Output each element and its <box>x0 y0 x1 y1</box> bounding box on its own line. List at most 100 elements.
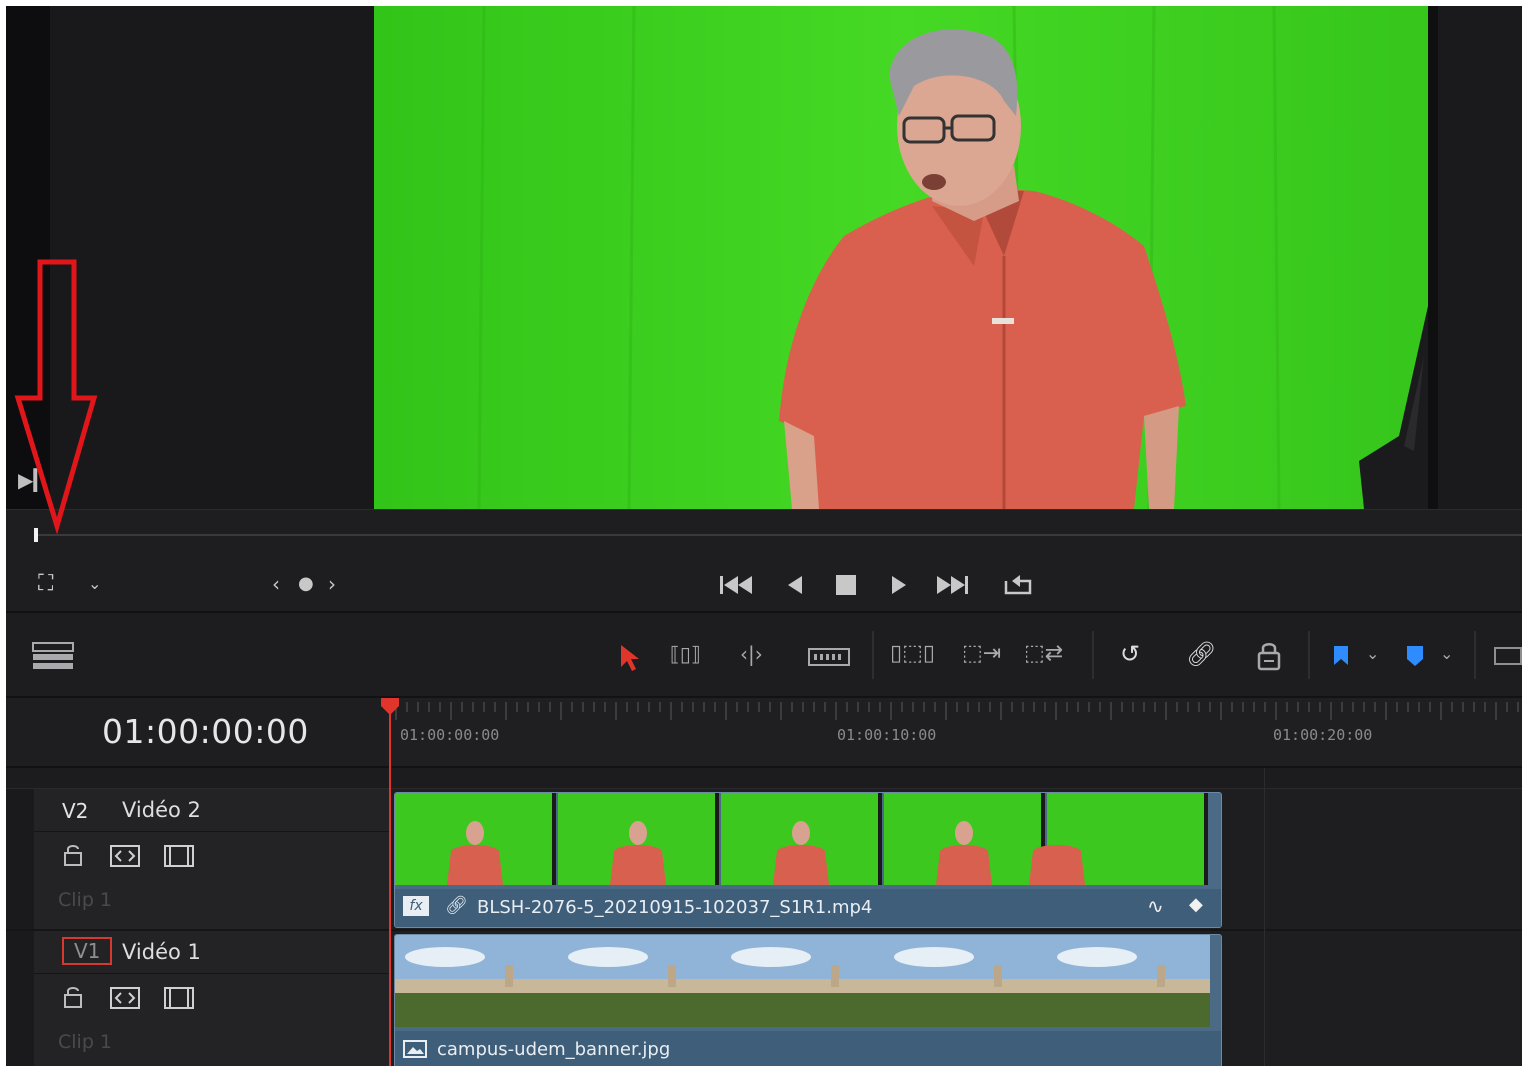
viewer-scrubber[interactable] <box>6 509 1522 560</box>
banner-buildings <box>1047 979 1210 995</box>
edit-toolbar: ⟦▯⟧ ‹|› ▯⬚▯ ⬚⇥ ⬚⇄ ↺ 🔗︎ ⌄ ⌄ <box>6 613 1522 698</box>
presenter-head <box>955 821 973 845</box>
clip-name: BLSH-2076-5_20210915-102037_S1R1.mp4 <box>477 897 873 918</box>
track-clip-count: Clip 1 <box>58 889 113 911</box>
timecode-display[interactable]: 01:00:00:00 <box>102 712 309 751</box>
banner-cloud <box>894 947 974 967</box>
banner-tower <box>505 965 513 987</box>
banner-cloud <box>1057 947 1137 967</box>
ruler-label: 01:00:10:00 <box>837 726 937 744</box>
linked-selection-icon[interactable]: 🔗︎ <box>1186 639 1216 669</box>
viewer-overlay-icon[interactable]: ⛶ <box>38 569 53 599</box>
next-keyframe-icon[interactable]: › <box>328 569 336 599</box>
thumbnail-divider <box>878 793 882 885</box>
banner-cloud <box>731 947 811 967</box>
banner-trees <box>395 993 558 1027</box>
video-frame <box>374 6 1428 509</box>
timeline-view-options-icon[interactable] <box>32 641 76 671</box>
track-clip-count: Clip 1 <box>58 1031 113 1053</box>
track-lane-v2: fx 🔗︎ BLSH-2076-5_20210915-102037_S1R1.m… <box>390 789 1522 931</box>
app-window: ▶▎ ⛶ ⌄ ‹ ● › ⟦▯⟧ ‹|› ▯⬚▯ ⬚⇥ ⬚⇄ ↺ 🔗︎ ⌄ ⌄ … <box>6 6 1522 1066</box>
thumbnail-divider <box>1204 793 1208 885</box>
image-clip-v1[interactable]: campus-udem_banner.jpg <box>394 934 1222 1066</box>
skip-to-start-icon[interactable] <box>718 573 754 597</box>
lock-track-icon[interactable] <box>62 843 84 867</box>
transport-bar: ⛶ ⌄ ‹ ● › <box>6 559 1522 613</box>
banner-trees <box>721 993 884 1027</box>
track-name-row: V2 Vidéo 2 <box>34 789 390 832</box>
toolbar-separator <box>1474 631 1476 679</box>
presenter-figure <box>610 845 666 885</box>
snapping-icon[interactable]: ↺ <box>1120 639 1140 669</box>
play-icon[interactable] <box>888 573 910 597</box>
curve-icon[interactable]: ∿ <box>1147 894 1164 918</box>
step-back-icon[interactable] <box>784 573 806 597</box>
position-lock-icon[interactable] <box>1256 641 1282 671</box>
loop-icon[interactable] <box>998 569 1036 599</box>
chevron-down-icon[interactable]: ⌄ <box>88 569 101 599</box>
clip-thumbnails <box>395 793 1208 885</box>
banner-buildings <box>884 979 1047 995</box>
auto-select-icon[interactable] <box>110 845 140 867</box>
timeline-playhead-handle[interactable] <box>379 696 401 716</box>
viewer: ▶▎ <box>6 6 1522 509</box>
toolbar-separator <box>1092 631 1094 679</box>
replace-clip-icon[interactable]: ⬚⇄ <box>1024 639 1063 669</box>
track-name[interactable]: Vidéo 1 <box>122 940 201 964</box>
disable-track-icon[interactable] <box>164 987 194 1009</box>
previous-keyframe-icon[interactable]: ‹ <box>272 569 280 599</box>
timeline-ruler[interactable]: 01:00:00:00 01:00:10:00 01:00:20:00 <box>390 698 1522 768</box>
image-file-icon <box>403 1040 427 1058</box>
presenter-figure <box>773 845 829 885</box>
lock-track-icon[interactable] <box>62 985 84 1009</box>
presenter-figure <box>936 845 992 885</box>
banner-tower <box>831 965 839 987</box>
timeline-playhead-line[interactable] <box>389 706 391 1066</box>
banner-cloud <box>568 947 648 967</box>
presenter-head <box>792 821 810 845</box>
track-header-v1: V1 Vidéo 1 Clip 1 <box>6 931 390 1066</box>
keyframe-dot-icon[interactable]: ● <box>298 569 314 599</box>
timeline-zoom-icon[interactable] <box>1494 647 1522 665</box>
annotation-arrow-icon <box>14 259 98 534</box>
banner-trees <box>1047 993 1210 1027</box>
track-id[interactable]: V1 <box>62 937 113 965</box>
clip-title-bar: campus-udem_banner.jpg <box>395 1031 1221 1066</box>
blade-tool-icon[interactable] <box>808 645 850 669</box>
track-lane-v1: campus-udem_banner.jpg <box>390 931 1522 1066</box>
ruler-ticks <box>395 702 1519 720</box>
thumbnail-divider <box>715 793 719 885</box>
banner-tower <box>668 965 676 987</box>
viewer-right-edge <box>1438 6 1522 509</box>
presenter-image <box>374 6 1428 509</box>
chevron-down-icon[interactable]: ⌄ <box>1440 639 1453 669</box>
insert-clip-icon[interactable]: ▯⬚▯ <box>890 639 935 669</box>
trim-edit-tool-icon[interactable]: ⟦▯⟧ <box>670 639 701 669</box>
keyframe-diamond-icon[interactable]: ◆ <box>1189 894 1203 915</box>
track-name-row: V1 Vidéo 1 <box>34 931 390 974</box>
auto-select-icon[interactable] <box>110 987 140 1009</box>
selection-tool-icon[interactable] <box>618 643 640 673</box>
track-name[interactable]: Vidéo 2 <box>122 798 201 822</box>
dynamic-trim-tool-icon[interactable]: ‹|› <box>740 639 763 669</box>
track-strip <box>6 931 34 1066</box>
presenter-figure <box>1029 845 1085 885</box>
presenter-figure <box>447 845 503 885</box>
stop-icon[interactable] <box>834 573 858 597</box>
chevron-down-icon[interactable]: ⌄ <box>1366 639 1379 669</box>
banner-buildings <box>558 979 721 995</box>
disable-track-icon[interactable] <box>164 845 194 867</box>
fx-badge[interactable]: fx <box>403 896 429 916</box>
timecode-panel: 01:00:00:00 <box>6 698 390 768</box>
scrubber-track[interactable] <box>36 534 1522 536</box>
marker-icon[interactable] <box>1406 645 1424 667</box>
overwrite-clip-icon[interactable]: ⬚⇥ <box>962 639 1001 669</box>
presenter-head <box>629 821 647 845</box>
banner-buildings <box>395 979 558 995</box>
flag-icon[interactable] <box>1332 645 1350 667</box>
toolbar-separator <box>872 631 874 679</box>
skip-to-end-icon[interactable] <box>935 573 971 597</box>
presenter-head <box>466 821 484 845</box>
video-clip-v2[interactable]: fx 🔗︎ BLSH-2076-5_20210915-102037_S1R1.m… <box>394 792 1222 928</box>
banner-tower <box>994 965 1002 987</box>
